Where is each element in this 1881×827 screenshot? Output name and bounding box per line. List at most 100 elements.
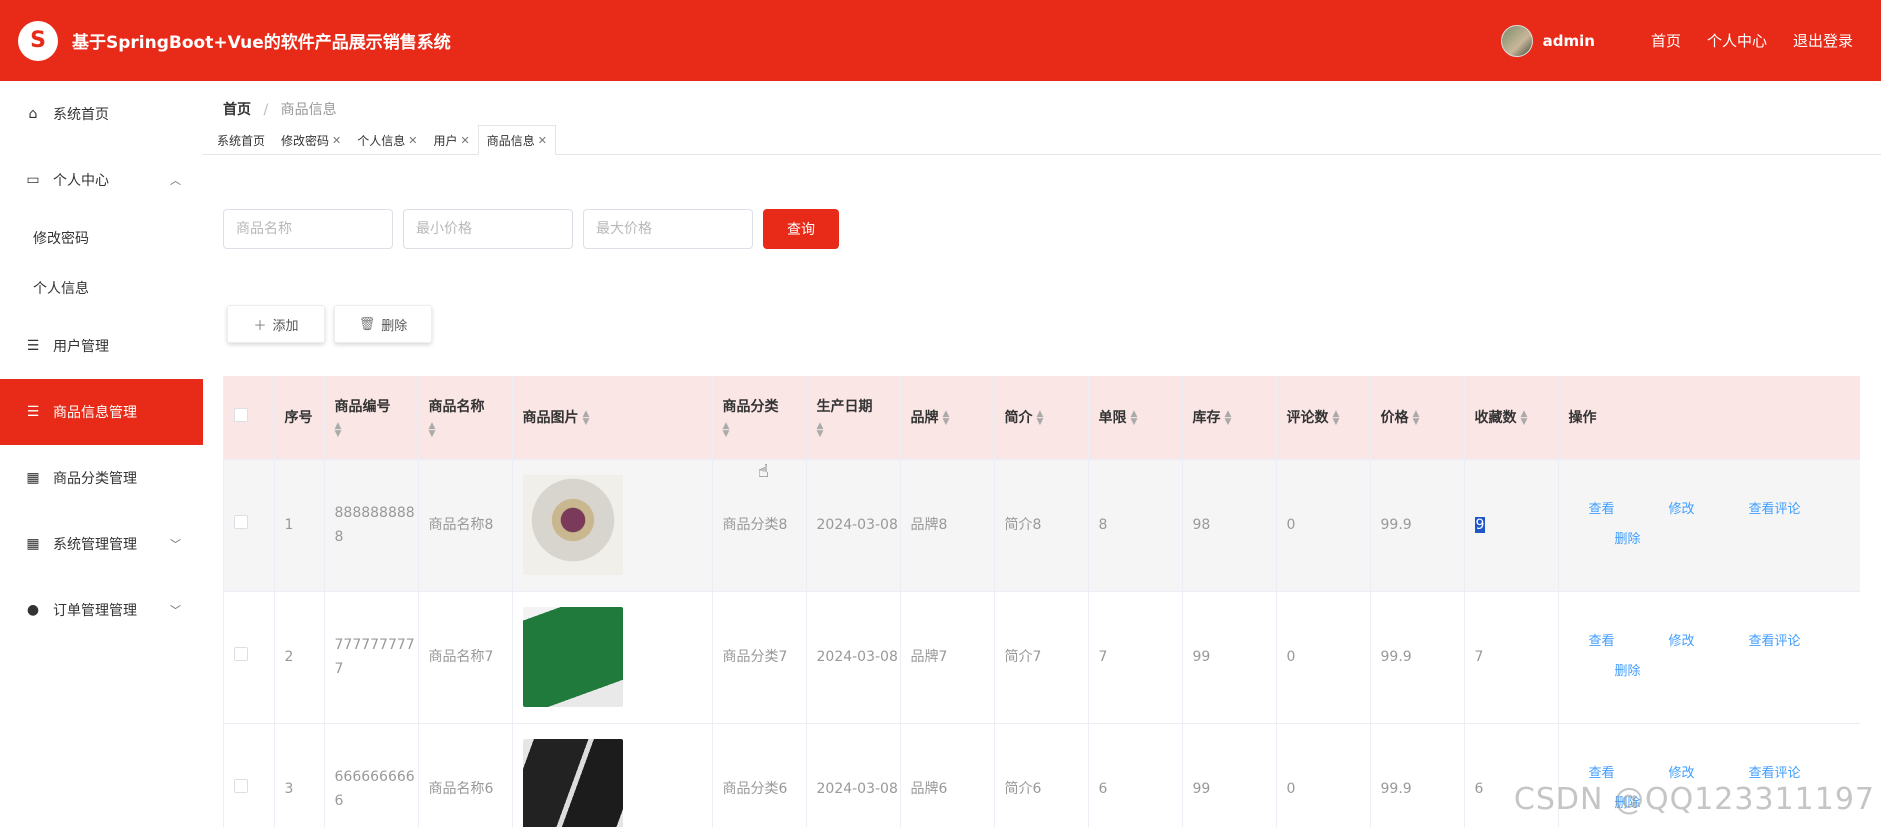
tab-system-home[interactable]: 系统首页 xyxy=(209,125,273,155)
table-row[interactable]: 2 7777777777 商品名称7 商品分类7 2024-03-08 品牌7 … xyxy=(224,591,1860,724)
column-header[interactable]: 库存 ▲ ▼ xyxy=(1182,376,1277,460)
view-comments-button[interactable]: 查看评论 xyxy=(1749,498,1849,522)
close-icon[interactable]: ✕ xyxy=(408,134,417,147)
sidebar-item-user-management[interactable]: ☰ 用户管理 xyxy=(0,313,203,379)
sidebar-subitem-change-password[interactable]: 修改密码 xyxy=(0,213,203,263)
row-checkbox[interactable] xyxy=(234,647,248,661)
sidebar-item-product-category[interactable]: ▦ 商品分类管理 xyxy=(0,445,203,511)
tab-user[interactable]: 用户 ✕ xyxy=(425,125,477,155)
tab-personal-info[interactable]: 个人信息 ✕ xyxy=(349,125,425,155)
column-header[interactable]: 评论数 ▲ ▼ xyxy=(1276,376,1371,460)
sort-icon[interactable]: ▲ ▼ xyxy=(1131,410,1138,427)
add-button[interactable]: ＋ 添加 xyxy=(227,305,325,343)
search-form: 查询 xyxy=(223,209,839,249)
header-link-logout[interactable]: 退出登录 xyxy=(1793,30,1853,51)
cell-price: 99.9 xyxy=(1370,723,1465,827)
tab-label: 个人信息 xyxy=(357,133,406,148)
max-price-input[interactable] xyxy=(583,209,753,249)
chevron-down-icon: ﹀ xyxy=(170,538,181,551)
cell-favorites: 7 xyxy=(1464,591,1559,724)
sort-icon[interactable]: ▲ ▼ xyxy=(943,410,950,427)
cell-code: 6666666666 xyxy=(324,723,419,827)
sidebar-item-label: 系统首页 xyxy=(53,107,109,123)
sidebar-item-product-info[interactable]: ☰ 商品信息管理 xyxy=(0,379,203,445)
cell-favorites: 9 xyxy=(1464,459,1559,592)
column-header[interactable]: 品牌 ▲ ▼ xyxy=(900,376,995,460)
column-header[interactable]: 简介 ▲ ▼ xyxy=(994,376,1089,460)
header-link-profile[interactable]: 个人中心 xyxy=(1707,30,1767,51)
sort-icon[interactable]: ▲ ▼ xyxy=(583,410,590,427)
breadcrumb-home[interactable]: 首页 xyxy=(223,102,251,118)
list-icon: ☰ xyxy=(26,338,40,354)
column-header[interactable]: 生产日期 ▲ ▼ xyxy=(806,376,901,460)
close-icon[interactable]: ✕ xyxy=(461,134,470,147)
home-icon: ⌂ xyxy=(28,106,38,122)
view-button[interactable]: 查看 xyxy=(1589,498,1669,522)
sidebar-item-home[interactable]: ⌂ 系统首页 xyxy=(0,81,203,147)
view-comments-button[interactable]: 查看评论 xyxy=(1749,630,1849,654)
column-label: 操作 xyxy=(1568,410,1597,427)
cell-comments: 0 xyxy=(1276,723,1371,827)
delete-button[interactable]: 🗑 删除 xyxy=(334,305,432,343)
sidebar-item-order-management[interactable]: ● 订单管理管理 ﹀ xyxy=(0,577,203,643)
sort-icon[interactable]: ▲ ▼ xyxy=(429,422,512,439)
cell-comments: 0 xyxy=(1276,459,1371,592)
sort-icon[interactable]: ▲ ▼ xyxy=(1225,410,1232,427)
cell-date: 2024-03-08 xyxy=(806,459,901,592)
column-header[interactable]: 商品分类 ▲ ▼ xyxy=(712,376,807,460)
cell-limit: 8 xyxy=(1088,459,1183,592)
view-button[interactable]: 查看 xyxy=(1589,630,1669,654)
header-link-home[interactable]: 首页 xyxy=(1651,30,1681,51)
product-image[interactable] xyxy=(522,475,623,575)
sort-icon[interactable]: ▲ ▼ xyxy=(817,422,900,439)
sort-icon[interactable]: ▲ ▼ xyxy=(1413,410,1420,427)
chevron-down-icon: ﹀ xyxy=(170,604,181,617)
close-icon[interactable]: ✕ xyxy=(332,134,341,147)
row-delete-button[interactable]: 删除 xyxy=(1589,660,1849,684)
sidebar-subitem-personal-info[interactable]: 个人信息 xyxy=(0,263,203,313)
sort-icon[interactable]: ▲ ▼ xyxy=(723,422,806,439)
row-checkbox[interactable] xyxy=(234,515,248,529)
product-image[interactable] xyxy=(522,739,623,827)
column-header[interactable]: 单限 ▲ ▼ xyxy=(1088,376,1183,460)
sort-icon[interactable]: ▲ ▼ xyxy=(1037,410,1044,427)
table-header-row: 序号 商品编号 ▲ ▼ 商品名称 ▲ ▼ 商品图片 ▲ ▼ 商品分类 ▲ ▼ 生产日期 ▲ ▼ 品牌… xyxy=(224,376,1860,460)
cell-limit: 7 xyxy=(1088,591,1183,724)
tab-product-info[interactable]: 商品信息 ✕ xyxy=(477,125,556,155)
column-header[interactable]: 收藏数 ▲ ▼ xyxy=(1464,376,1559,460)
select-all-checkbox[interactable] xyxy=(234,408,248,423)
column-label: 简介 xyxy=(1004,410,1033,427)
edit-button[interactable]: 修改 xyxy=(1669,498,1749,522)
row-delete-button[interactable]: 删除 xyxy=(1589,528,1849,552)
sidebar-item-system-management[interactable]: ▦ 系统管理管理 ﹀ xyxy=(0,511,203,577)
sort-icon[interactable]: ▲ ▼ xyxy=(1521,410,1528,427)
cell-index: 2 xyxy=(274,591,325,724)
tab-change-password[interactable]: 修改密码 ✕ xyxy=(273,125,349,155)
product-name-input[interactable] xyxy=(223,209,393,249)
column-header[interactable]: 商品图片 ▲ ▼ xyxy=(512,376,713,460)
sidebar-item-personal-center[interactable]: ▭ 个人中心 ︿ xyxy=(0,147,203,213)
cell-comments: 0 xyxy=(1276,591,1371,724)
query-button[interactable]: 查询 xyxy=(763,209,839,249)
app-title: 基于SpringBoot+Vue的软件产品展示销售系统 xyxy=(72,33,451,53)
column-header[interactable]: 价格 ▲ ▼ xyxy=(1370,376,1465,460)
close-icon[interactable]: ✕ xyxy=(538,134,547,147)
cell-name: 商品名称6 xyxy=(418,723,513,827)
avatar[interactable] xyxy=(1500,24,1533,57)
product-image[interactable] xyxy=(522,607,623,707)
column-header[interactable]: 商品名称 ▲ ▼ xyxy=(418,376,513,460)
cell-brand: 品牌7 xyxy=(900,591,995,724)
column-label: 单限 xyxy=(1098,410,1127,427)
cell-actions: 查看 修改 查看评论 删除 xyxy=(1558,459,1860,592)
sort-icon[interactable]: ▲ ▼ xyxy=(1333,410,1340,427)
min-price-input[interactable] xyxy=(403,209,573,249)
sort-icon[interactable]: ▲ ▼ xyxy=(335,422,418,439)
column-header[interactable]: 商品编号 ▲ ▼ xyxy=(324,376,419,460)
cell-index: 3 xyxy=(274,723,325,827)
table-row[interactable]: 1 8888888888 商品名称8 商品分类8 2024-03-08 品牌8 … xyxy=(224,459,1860,592)
breadcrumb-separator: / xyxy=(263,102,269,118)
sidebar-item-label: 个人中心 xyxy=(53,173,109,189)
row-checkbox[interactable] xyxy=(234,779,248,793)
edit-button[interactable]: 修改 xyxy=(1669,630,1749,654)
sidebar-item-label: 用户管理 xyxy=(53,339,109,355)
